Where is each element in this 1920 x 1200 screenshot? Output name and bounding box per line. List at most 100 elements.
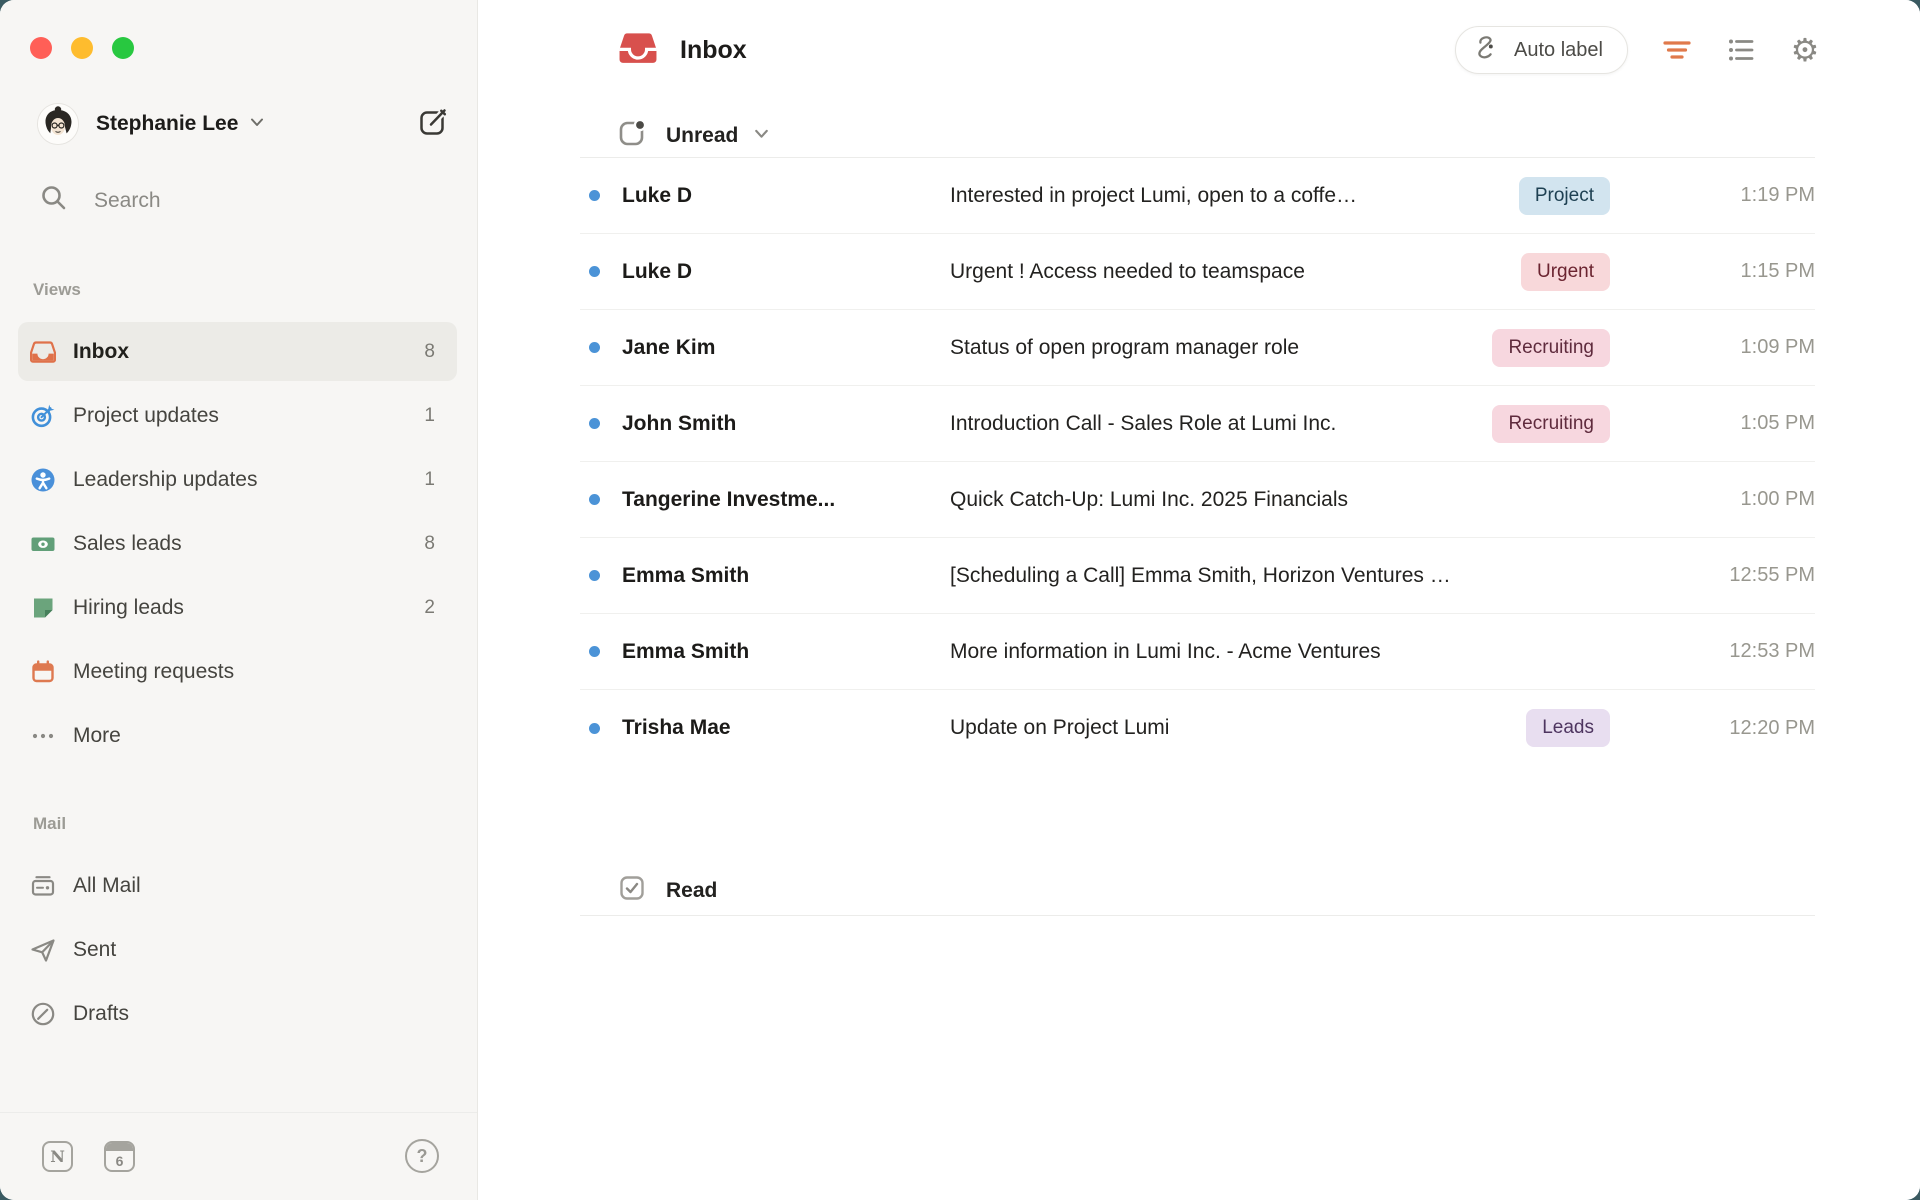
email-row[interactable]: Tangerine Investme... Quick Catch-Up: Lu… <box>580 462 1815 538</box>
sidebar-item-label: More <box>73 724 121 748</box>
unread-dot <box>589 190 600 201</box>
draft-pencil-icon <box>30 1001 56 1027</box>
unread-dot <box>589 418 600 429</box>
sidebar-item-sent[interactable]: Sent <box>18 920 457 979</box>
email-time: 1:00 PM <box>1695 488 1815 511</box>
zoom-window-button[interactable] <box>112 37 134 59</box>
email-row[interactable]: Luke D Urgent ! Access needed to teamspa… <box>580 234 1815 310</box>
settings-gear-icon[interactable]: ⚙ <box>1790 35 1820 65</box>
email-time: 12:55 PM <box>1695 564 1815 587</box>
unread-section-label: Unread <box>666 124 738 148</box>
label-badge[interactable]: Recruiting <box>1492 405 1610 443</box>
email-row[interactable]: Emma Smith [Scheduling a Call] Emma Smit… <box>580 538 1815 614</box>
ellipsis-icon <box>30 723 56 749</box>
chevron-down-icon[interactable] <box>752 124 771 148</box>
email-sender: Trisha Mae <box>622 716 950 740</box>
email-time: 1:19 PM <box>1695 184 1815 207</box>
unread-count: 1 <box>424 405 435 427</box>
email-time: 12:20 PM <box>1695 717 1815 740</box>
chevron-down-icon <box>248 113 266 136</box>
unread-count: 1 <box>424 469 435 491</box>
sidebar-item-hiring-leads[interactable]: Hiring leads 2 <box>18 578 457 637</box>
search-placeholder: Search <box>94 189 161 213</box>
list-view-icon[interactable] <box>1726 35 1756 65</box>
close-window-button[interactable] <box>30 37 52 59</box>
inbox-content: Inbox Unread Luke D <box>580 0 1815 916</box>
auto-label-button[interactable]: Auto label <box>1455 26 1628 74</box>
views-nav: Inbox 8 Project updates 1 <box>18 322 457 770</box>
sidebar-item-all-mail[interactable]: All Mail <box>18 856 457 915</box>
filter-icon[interactable] <box>1662 35 1692 65</box>
page-title: Inbox <box>680 36 747 65</box>
email-subject: Quick Catch-Up: Lumi Inc. 2025 Financial… <box>950 488 1695 512</box>
email-row[interactable]: Trisha Mae Update on Project Lumi Leads … <box>580 690 1815 766</box>
unread-dot <box>589 342 600 353</box>
email-time: 12:53 PM <box>1695 640 1815 663</box>
calendar-icon <box>30 659 56 685</box>
mail-app-window: Stephanie Lee Search <box>0 0 1920 1200</box>
email-row[interactable]: Luke D Interested in project Lumi, open … <box>580 158 1815 234</box>
email-list: Luke D Interested in project Lumi, open … <box>580 158 1815 766</box>
unread-count: 2 <box>424 597 435 619</box>
account-name: Stephanie Lee <box>96 112 238 136</box>
read-section-label: Read <box>666 879 717 903</box>
mark-unread-icon <box>618 119 646 152</box>
sidebar-item-label: Drafts <box>73 1002 129 1026</box>
email-time: 1:15 PM <box>1695 260 1815 283</box>
help-icon[interactable]: ? <box>405 1139 439 1173</box>
email-sender: Emma Smith <box>622 564 950 588</box>
calendar-top-bar <box>106 1143 133 1151</box>
email-row[interactable]: Jane Kim Status of open program manager … <box>580 310 1815 386</box>
views-section-label: Views <box>33 280 81 300</box>
sidebar-item-inbox[interactable]: Inbox 8 <box>18 322 457 381</box>
search-icon <box>40 184 68 217</box>
mail-nav: All Mail Sent Drafts <box>18 856 457 1048</box>
sidebar-item-sales-leads[interactable]: Sales leads 8 <box>18 514 457 573</box>
email-sender: Luke D <box>622 260 950 284</box>
email-sender: Tangerine Investme... <box>622 488 950 512</box>
checkbox-checked-icon <box>618 874 646 907</box>
unread-dot <box>589 723 600 734</box>
avatar <box>37 103 79 145</box>
email-row[interactable]: Emma Smith More information in Lumi Inc.… <box>580 614 1815 690</box>
inbox-tray-icon <box>30 339 56 365</box>
sidebar: Stephanie Lee Search <box>0 0 478 1200</box>
unread-dot <box>589 646 600 657</box>
email-row[interactable]: John Smith Introduction Call - Sales Rol… <box>580 386 1815 462</box>
inbox-icon <box>618 28 658 73</box>
toolbar: Auto label ⚙ <box>1455 26 1820 74</box>
sidebar-item-drafts[interactable]: Drafts <box>18 984 457 1043</box>
unread-dot <box>589 494 600 505</box>
sidebar-footer: N 6 ? <box>0 1112 477 1200</box>
compose-icon[interactable] <box>418 106 449 142</box>
label-badge[interactable]: Recruiting <box>1492 329 1610 367</box>
unread-count: 8 <box>424 341 435 363</box>
unread-section-header[interactable]: Unread <box>580 114 1815 158</box>
label-badge[interactable]: Urgent <box>1521 253 1610 291</box>
email-subject: Introduction Call - Sales Role at Lumi I… <box>950 412 1492 436</box>
label-badge[interactable]: Project <box>1519 177 1610 215</box>
sidebar-item-label: Meeting requests <box>73 660 234 684</box>
folded-note-icon <box>30 595 56 621</box>
sidebar-item-label: Project updates <box>73 404 219 428</box>
read-section-header[interactable]: Read <box>580 866 1815 916</box>
sidebar-item-project-updates[interactable]: Project updates 1 <box>18 386 457 445</box>
window-controls <box>30 37 134 59</box>
auto-label-icon <box>1476 35 1500 66</box>
email-time: 1:09 PM <box>1695 336 1815 359</box>
sidebar-item-leadership-updates[interactable]: Leadership updates 1 <box>18 450 457 509</box>
search-bar[interactable]: Search <box>40 184 161 217</box>
minimize-window-button[interactable] <box>71 37 93 59</box>
notion-calendar-icon[interactable]: 6 <box>104 1141 135 1172</box>
main-panel: Auto label ⚙ <box>478 0 1920 1200</box>
account-switcher[interactable]: Stephanie Lee <box>37 100 449 148</box>
label-badge[interactable]: Leads <box>1526 709 1610 747</box>
mail-stack-icon <box>30 873 56 899</box>
sidebar-item-more[interactable]: More <box>18 706 457 765</box>
sidebar-item-meeting-requests[interactable]: Meeting requests <box>18 642 457 701</box>
email-time: 1:05 PM <box>1695 412 1815 435</box>
unread-dot <box>589 266 600 277</box>
notion-logo-icon[interactable]: N <box>42 1141 73 1172</box>
sidebar-item-label: Leadership updates <box>73 468 257 492</box>
email-subject: [Scheduling a Call] Emma Smith, Horizon … <box>950 564 1695 588</box>
